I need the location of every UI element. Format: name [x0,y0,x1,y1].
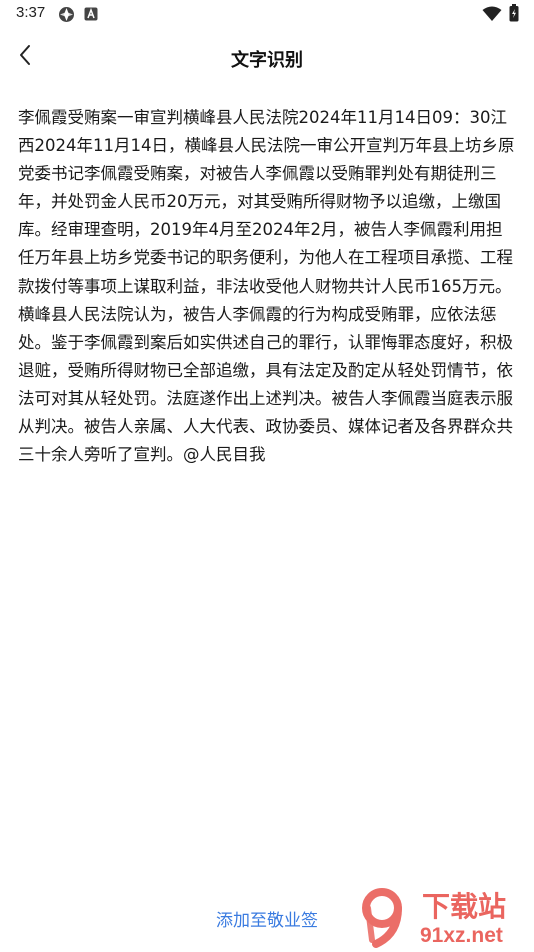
recognized-text[interactable]: 李佩霞受贿案一审宣判横峰县人民法院2024年11月14日09：30江西2024年… [18,104,516,469]
app-notification-icon [58,6,75,27]
battery-icon [509,4,519,26]
page-title: 文字识别 [231,50,303,71]
app-header: 文字识别 [0,28,534,88]
text-recognition-notification-icon [84,6,98,25]
watermark-top-text: 下载站 [422,890,506,923]
site-watermark-logo: 下载站 91xz.net [358,886,530,948]
status-time: 3:37 [16,4,46,21]
watermark-bottom-text: 91xz.net [420,924,503,947]
status-bar: 3:37 [0,0,534,28]
wifi-icon [482,6,502,26]
